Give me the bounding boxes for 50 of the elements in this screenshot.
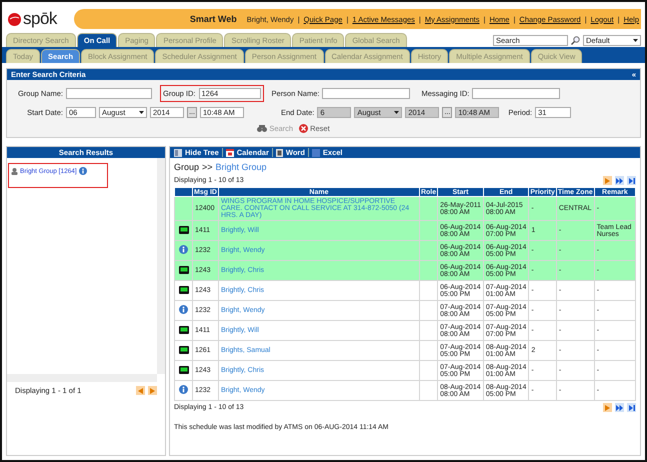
calendar-icon — [226, 148, 234, 156]
search-icon[interactable] — [571, 36, 580, 45]
next-page-button[interactable] — [603, 176, 612, 185]
logo-ball-icon — [8, 12, 21, 26]
fast-forward-button[interactable] — [615, 176, 624, 185]
binoculars-icon — [257, 125, 268, 132]
previous-page-button[interactable] — [136, 386, 145, 395]
app-title: Smart Web — [190, 14, 237, 24]
info-icon — [179, 245, 188, 254]
last-page-button[interactable] — [627, 176, 636, 185]
breadcrumb-root: Group — [174, 162, 200, 172]
column-header — [174, 188, 192, 196]
logo: spōk — [23, 9, 57, 29]
caret-icon — [394, 111, 400, 114]
tree-icon — [174, 148, 182, 156]
group-icon — [11, 168, 18, 174]
table-cell — [419, 380, 438, 400]
caret-icon — [139, 111, 144, 114]
spreadsheet-icon — [312, 148, 320, 156]
next-icon — [150, 388, 155, 394]
breadcrumb-separator: >> — [202, 162, 213, 172]
next-icon — [605, 178, 610, 184]
next-page-button[interactable] — [148, 386, 157, 395]
document-icon — [276, 148, 283, 156]
reset-icon — [299, 124, 308, 133]
last-page-button[interactable] — [627, 403, 636, 412]
info-icon — [78, 167, 87, 175]
fast-forward-icon — [616, 178, 623, 184]
vertical-scrollbar[interactable] — [157, 158, 165, 374]
text-field[interactable] — [322, 88, 410, 99]
previous-icon — [138, 388, 143, 394]
next-icon — [605, 404, 610, 410]
pager-icon — [178, 226, 188, 234]
text-field[interactable] — [472, 88, 560, 99]
pager-icon — [178, 346, 188, 354]
fast-forward-icon — [616, 404, 623, 410]
info-icon — [179, 305, 188, 314]
info-icon — [179, 385, 188, 394]
fast-forward-button[interactable] — [615, 403, 624, 412]
pager-icon — [178, 326, 188, 334]
pager-icon — [178, 286, 188, 294]
next-page-button[interactable] — [603, 403, 612, 412]
pager-icon — [178, 266, 188, 274]
breadcrumb-link[interactable]: Bright Group — [216, 162, 267, 172]
pager-icon — [178, 366, 188, 374]
text-field[interactable] — [66, 88, 152, 99]
caret-icon — [633, 39, 638, 42]
last-page-icon — [628, 404, 634, 410]
horizontal-scrollbar[interactable] — [7, 374, 157, 382]
last-page-icon — [628, 178, 634, 184]
